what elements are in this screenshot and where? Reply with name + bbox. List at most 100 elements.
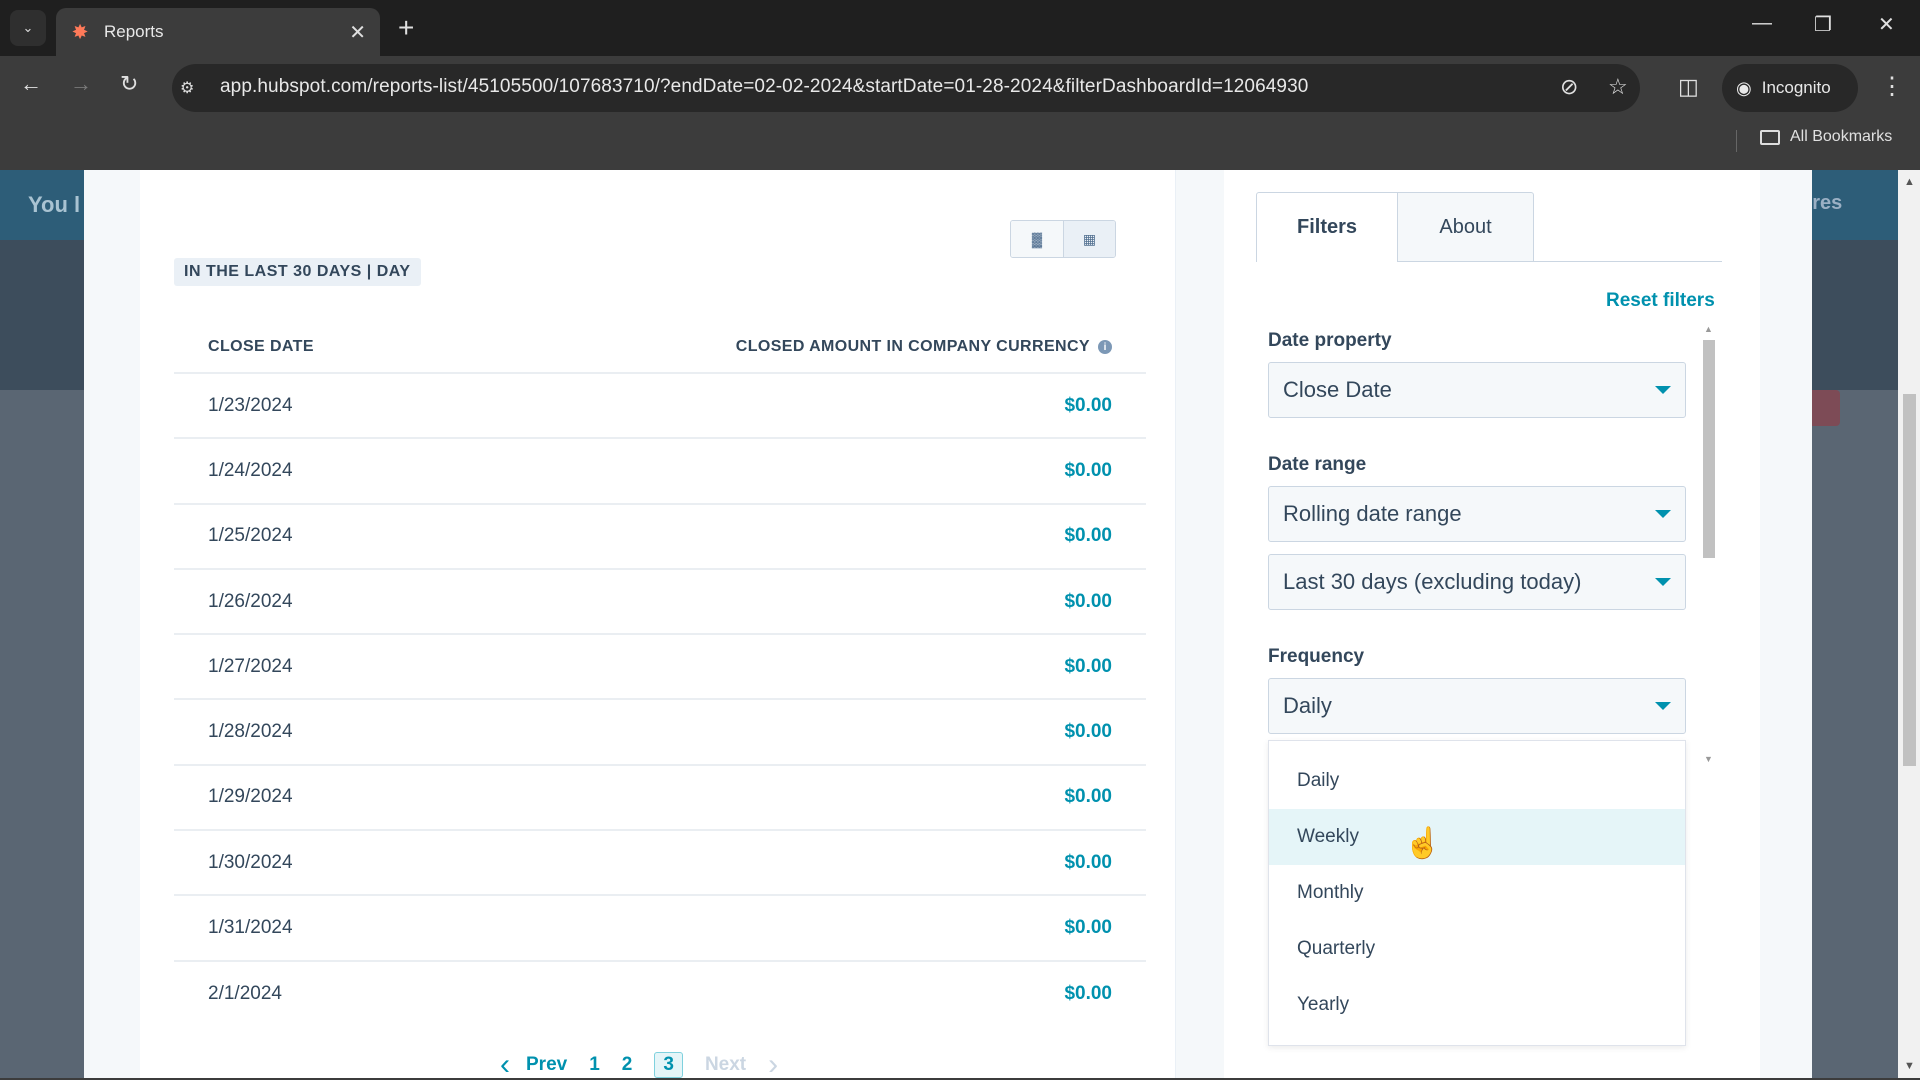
incognito-badge[interactable]: ◉ Incognito xyxy=(1722,64,1858,112)
option-quarterly[interactable]: Quarterly xyxy=(1269,921,1685,977)
tab-about[interactable]: About xyxy=(1398,192,1534,262)
date-property-label: Date property xyxy=(1268,330,1392,351)
row-date: 1/29/2024 xyxy=(208,786,293,808)
incognito-label: Incognito xyxy=(1761,78,1831,97)
option-monthly[interactable]: Monthly xyxy=(1269,865,1685,921)
page-scroll-down-icon[interactable]: ▼ xyxy=(1904,1060,1915,1072)
table-row: 1/25/2024 $0.00 xyxy=(174,505,1146,570)
column-header-close-date[interactable]: CLOSE DATE xyxy=(208,338,314,356)
new-tab-button[interactable]: + xyxy=(398,12,414,44)
period-tag: IN THE LAST 30 DAYS | DAY xyxy=(174,258,421,286)
table-row: 1/29/2024 $0.00 xyxy=(174,766,1146,832)
row-date: 2/1/2024 xyxy=(208,983,282,1005)
minimize-button[interactable]: — xyxy=(1752,12,1772,35)
prev-page-button[interactable]: Prev xyxy=(526,1054,567,1076)
table-row: 1/30/2024 $0.00 xyxy=(174,831,1146,897)
row-amount[interactable]: $0.00 xyxy=(1064,917,1112,939)
page-1-button[interactable]: 1 xyxy=(589,1054,600,1076)
reset-filters-link[interactable]: Reset filters xyxy=(1606,290,1715,312)
url-text[interactable]: app.hubspot.com/reports-list/45105500/10… xyxy=(220,76,1308,98)
frequency-value: Daily xyxy=(1283,693,1332,718)
row-date: 1/27/2024 xyxy=(208,655,293,677)
option-daily[interactable]: Daily xyxy=(1269,753,1685,809)
date-range-label: Date range xyxy=(1268,454,1367,475)
chevron-down-icon: ⌄ xyxy=(22,20,34,35)
browser-menu-icon[interactable]: ⋮ xyxy=(1880,72,1904,101)
row-amount[interactable]: $0.00 xyxy=(1064,395,1112,417)
date-range-value: Last 30 days (excluding today) xyxy=(1283,569,1582,594)
bookmarks-divider xyxy=(1736,130,1737,152)
reload-button[interactable]: ↻ xyxy=(120,70,138,98)
bookmark-star-icon[interactable]: ☆ xyxy=(1608,74,1628,100)
tab-title: Reports xyxy=(104,22,164,41)
incognito-icon: ◉ xyxy=(1736,77,1752,98)
folder-icon xyxy=(1760,129,1780,145)
browser-tab[interactable]: ✸ Reports ✕ xyxy=(56,8,380,56)
table-row: 1/24/2024 $0.00 xyxy=(174,439,1146,505)
row-amount[interactable]: $0.00 xyxy=(1064,721,1112,743)
site-info-icon[interactable]: ⚙ xyxy=(180,78,194,98)
next-page-button[interactable]: Next xyxy=(705,1054,746,1076)
panel-tabs: Filters About xyxy=(1256,192,1534,262)
option-yearly[interactable]: Yearly xyxy=(1269,977,1685,1033)
row-date: 1/24/2024 xyxy=(208,459,293,481)
row-amount[interactable]: $0.00 xyxy=(1064,656,1112,678)
row-amount[interactable]: $0.00 xyxy=(1064,591,1112,613)
caret-down-icon xyxy=(1655,578,1671,586)
row-amount[interactable]: $0.00 xyxy=(1064,852,1112,874)
hand-cursor-icon: ☝ xyxy=(1404,827,1442,860)
frequency-dropdown: Daily Weekly Monthly Quarterly Yearly xyxy=(1268,740,1686,1046)
column-header-closed-amount[interactable]: CLOSED AMOUNT IN COMPANY CURRENCY xyxy=(736,338,1090,356)
bookmarks-bar xyxy=(0,112,1920,170)
page-3-button[interactable]: 3 xyxy=(654,1052,683,1078)
caret-down-icon xyxy=(1655,510,1671,518)
table-view-button[interactable]: ▦ xyxy=(1063,221,1115,257)
panel-scrollbar[interactable]: ▲ ▼ xyxy=(1700,320,1718,770)
view-toggle: ▓ ▦ xyxy=(1010,220,1116,258)
date-property-select[interactable]: Close Date xyxy=(1268,362,1686,418)
table-row: 1/23/2024 $0.00 xyxy=(174,374,1146,440)
option-weekly[interactable]: Weekly xyxy=(1269,809,1685,865)
tracking-protection-icon[interactable]: ⊘ xyxy=(1560,74,1578,100)
chevron-right-icon[interactable]: › xyxy=(768,1050,778,1079)
row-amount[interactable]: $0.00 xyxy=(1064,983,1112,1005)
row-amount[interactable]: $0.00 xyxy=(1064,786,1112,808)
info-icon[interactable]: i xyxy=(1098,340,1112,354)
row-amount[interactable]: $0.00 xyxy=(1064,460,1112,482)
forward-button[interactable]: → xyxy=(70,70,92,98)
caret-down-icon xyxy=(1655,702,1671,710)
scroll-up-icon[interactable]: ▲ xyxy=(1704,324,1713,334)
frequency-select[interactable]: Daily xyxy=(1268,678,1686,734)
row-date: 1/23/2024 xyxy=(208,394,293,416)
date-range-type-select[interactable]: Rolling date range xyxy=(1268,486,1686,542)
bar-chart-icon: ▓ xyxy=(1031,231,1043,247)
scroll-down-icon[interactable]: ▼ xyxy=(1704,754,1713,764)
table-row: 1/31/2024 $0.00 xyxy=(174,896,1146,962)
chevron-left-icon[interactable]: ‹ xyxy=(500,1050,510,1079)
page-2-button[interactable]: 2 xyxy=(622,1054,633,1076)
all-bookmarks-button[interactable]: All Bookmarks xyxy=(1760,128,1892,146)
tab-search-button[interactable]: ⌄ xyxy=(10,10,46,46)
tab-filters[interactable]: Filters xyxy=(1256,192,1398,262)
row-date: 1/28/2024 xyxy=(208,721,293,743)
side-panel-icon[interactable]: ◫ xyxy=(1678,74,1699,100)
row-amount[interactable]: $0.00 xyxy=(1064,525,1112,547)
date-range-type-value: Rolling date range xyxy=(1283,501,1462,526)
table-row: 1/27/2024 $0.00 xyxy=(174,635,1146,701)
panel-scroll-thumb[interactable] xyxy=(1703,340,1715,558)
caret-down-icon xyxy=(1655,386,1671,394)
date-range-select[interactable]: Last 30 days (excluding today) xyxy=(1268,554,1686,610)
close-window-button[interactable]: ✕ xyxy=(1878,12,1895,37)
chart-view-button[interactable]: ▓ xyxy=(1011,221,1063,257)
row-date: 1/31/2024 xyxy=(208,917,293,939)
hubspot-favicon-icon: ✸ xyxy=(72,22,88,42)
page-scrollbar[interactable]: ▲ ▼ xyxy=(1898,170,1920,1078)
restore-button[interactable]: ❐ xyxy=(1814,12,1832,37)
back-button[interactable]: ← xyxy=(20,70,42,98)
page-scroll-thumb[interactable] xyxy=(1903,394,1916,766)
table-header: CLOSE DATE CLOSED AMOUNT IN COMPANY CURR… xyxy=(174,322,1146,374)
page-scroll-up-icon[interactable]: ▲ xyxy=(1904,176,1915,188)
report-table: CLOSE DATE CLOSED AMOUNT IN COMPANY CURR… xyxy=(174,322,1146,1027)
background-header-text: You l xyxy=(28,192,81,217)
close-tab-icon[interactable]: ✕ xyxy=(349,20,366,45)
